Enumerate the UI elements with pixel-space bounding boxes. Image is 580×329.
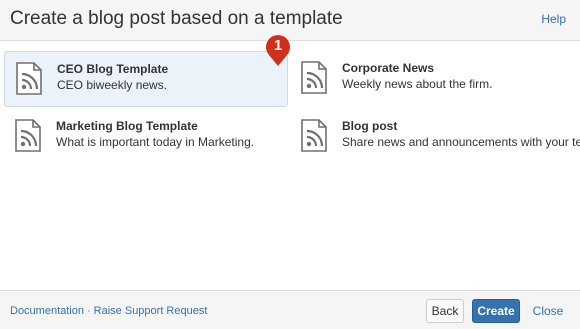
rss-page-icon: [15, 119, 41, 152]
template-name: CEO Blog Template: [57, 62, 169, 76]
template-tile-corporate-news[interactable]: Corporate News Weekly news about the fir…: [290, 51, 574, 107]
rss-page-icon: [301, 119, 327, 152]
dialog-footer: Documentation · Raise Support Request Back…: [0, 290, 580, 329]
create-button[interactable]: Create: [472, 299, 520, 323]
documentation-link[interactable]: Documentation: [10, 305, 84, 317]
template-description: CEO biweekly news.: [57, 78, 168, 92]
link-separator: ·: [87, 305, 91, 317]
footer-links: Documentation · Raise Support Request: [10, 305, 207, 317]
template-description: What is important today in Marketing.: [56, 135, 255, 149]
template-name: Corporate News: [342, 61, 435, 75]
template-tile-blog-post[interactable]: Blog post Share news and announcements w…: [290, 109, 580, 165]
dialog-title: Create a blog post based on a template: [10, 8, 343, 29]
close-button[interactable]: Close: [528, 299, 568, 323]
rss-page-icon: [301, 61, 327, 94]
rss-page-icon: [16, 62, 42, 95]
callout-badge: 1: [263, 33, 293, 67]
template-tile-marketing-blog[interactable]: Marketing Blog Template What is importan…: [4, 109, 288, 165]
back-button[interactable]: Back: [426, 299, 464, 323]
template-description: Weekly news about the firm.: [342, 77, 493, 91]
template-tile-ceo-blog[interactable]: CEO Blog Template CEO biweekly news.: [4, 51, 288, 107]
raise-support-request-link[interactable]: Raise Support Request: [94, 305, 208, 317]
template-name: Blog post: [342, 119, 398, 133]
callout-number: 1: [273, 37, 283, 54]
template-name: Marketing Blog Template: [56, 119, 198, 133]
help-link[interactable]: Help: [541, 12, 566, 26]
template-description: Share news and announcements with your t…: [342, 135, 580, 149]
